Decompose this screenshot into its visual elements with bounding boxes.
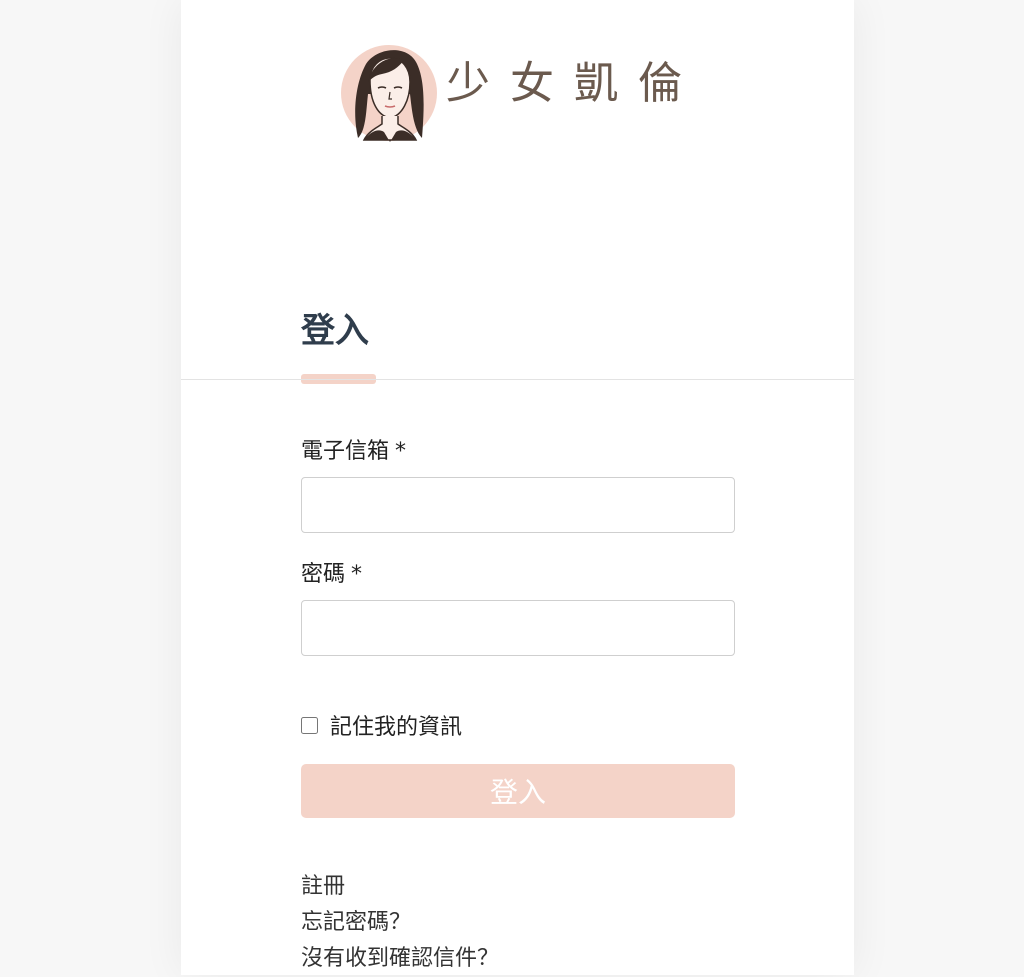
password-label-text: 密碼 bbox=[301, 562, 346, 587]
auth-links: 註冊 忘記密碼？ 沒有收到確認信件？ bbox=[301, 869, 499, 977]
password-label: 密碼 * bbox=[301, 564, 362, 586]
brand-logo[interactable]: 少女凱倫 bbox=[338, 40, 698, 144]
resend-confirmation-link[interactable]: 沒有收到確認信件？ bbox=[301, 941, 499, 977]
email-label: 電子信箱 * bbox=[301, 441, 406, 463]
header-divider bbox=[181, 379, 854, 380]
remember-me-checkbox[interactable] bbox=[301, 716, 318, 734]
register-link[interactable]: 註冊 bbox=[301, 869, 499, 905]
required-mark: * bbox=[395, 439, 407, 464]
required-mark: * bbox=[351, 562, 363, 587]
email-label-text: 電子信箱 bbox=[301, 439, 390, 464]
login-button[interactable]: 登入 bbox=[301, 764, 735, 818]
remember-me[interactable]: 記住我的資訊 bbox=[301, 709, 462, 741]
remember-me-label[interactable]: 記住我的資訊 bbox=[330, 709, 462, 741]
page-title: 登入 bbox=[301, 311, 369, 351]
forgot-password-link[interactable]: 忘記密碼？ bbox=[301, 905, 499, 941]
brand-name: 少女凱倫 bbox=[446, 58, 702, 109]
password-input[interactable] bbox=[301, 600, 735, 656]
login-card: 少女凱倫 登入 電子信箱 * 密碼 * 記住我的資訊 登入 註冊 忘記密碼？ 沒有收… bbox=[181, 0, 854, 975]
woman-portrait-icon bbox=[341, 45, 437, 142]
email-input[interactable] bbox=[301, 477, 735, 533]
